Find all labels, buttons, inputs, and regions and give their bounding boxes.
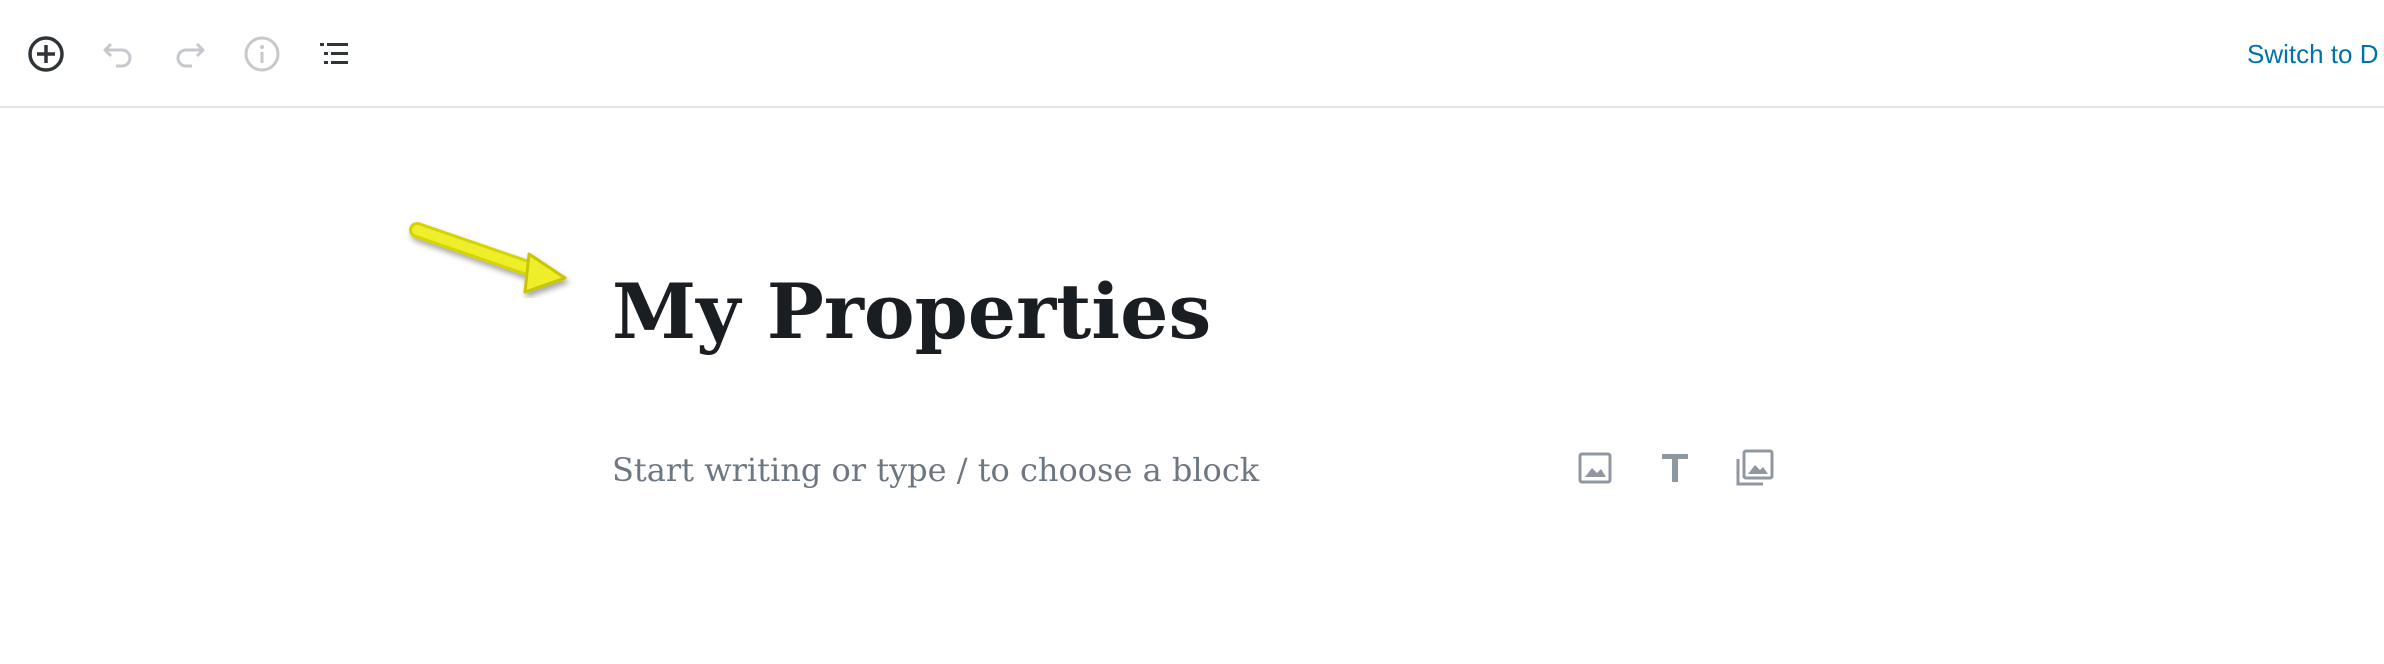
- block-navigation-button[interactable]: [310, 30, 358, 78]
- undo-icon: [98, 34, 138, 74]
- image-icon: [1575, 448, 1615, 493]
- content-structure-button[interactable]: [238, 30, 286, 78]
- add-heading-block-button[interactable]: [1651, 446, 1699, 494]
- redo-button[interactable]: [166, 30, 214, 78]
- undo-button[interactable]: [94, 30, 142, 78]
- default-block-appender[interactable]: Start writing or type / to choose a bloc…: [612, 446, 1259, 494]
- post-title[interactable]: My Properties: [612, 262, 1211, 362]
- add-image-block-button[interactable]: [1571, 446, 1619, 494]
- redo-icon: [170, 34, 210, 74]
- arrow-icon: [405, 218, 590, 303]
- editor-canvas: [0, 108, 2384, 664]
- switch-to-draft-link[interactable]: Switch to D: [2247, 36, 2379, 72]
- editor-header-toolbar: Switch to D: [0, 0, 2384, 108]
- gallery-icon: [1733, 446, 1777, 495]
- plus-circle-icon: [26, 34, 66, 74]
- list-icon: [314, 34, 354, 74]
- add-block-button[interactable]: [22, 30, 70, 78]
- add-gallery-block-button[interactable]: [1731, 446, 1779, 494]
- info-icon: [242, 34, 282, 74]
- heading-icon: [1655, 448, 1695, 493]
